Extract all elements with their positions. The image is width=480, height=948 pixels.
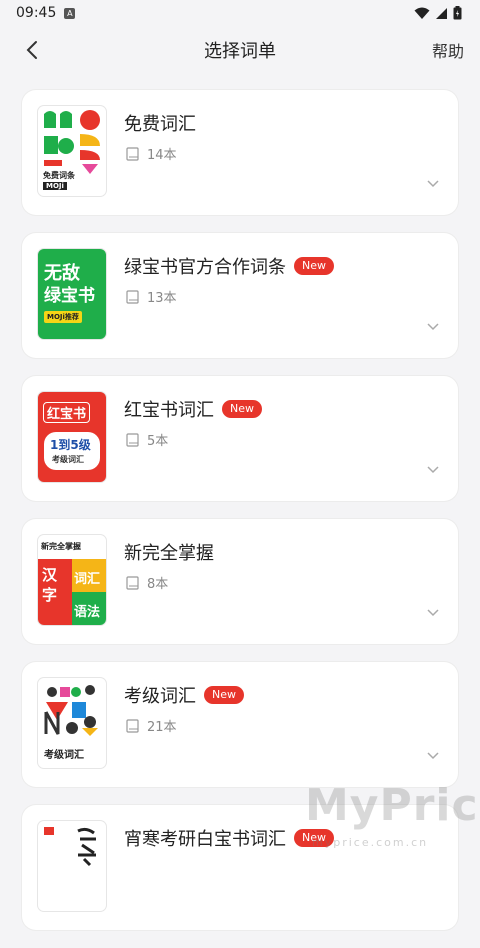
wordlist-card-green-book[interactable]: 无敌 绿宝书 MOJi推荐 绿宝书官方合作词条 New 13本	[22, 233, 458, 358]
book-cover: 红宝书 1到5级 考级词汇	[38, 392, 106, 482]
card-title: 红宝书词汇	[124, 400, 214, 421]
book-cover: 免费词条 MOJi	[38, 106, 106, 196]
chevron-down-icon[interactable]	[426, 465, 440, 475]
book-count: 21本	[147, 720, 177, 735]
wordlist-card-red-book[interactable]: 红宝书 1到5级 考级词汇 红宝书词汇 New 5本	[22, 376, 458, 501]
cover-tag: MOJi推荐	[44, 311, 82, 323]
wordlist-card-new-complete[interactable]: 新完全掌握 汉字 词汇 语法 新完全掌握 8本	[22, 519, 458, 644]
cover-label: 免费词条	[43, 171, 75, 180]
card-title: 宵寒考研白宝书词汇	[124, 829, 286, 850]
status-bar: 09:45 A	[0, 0, 480, 26]
watermark: MyPrice	[305, 780, 480, 831]
cover-label: 考级词汇	[44, 750, 84, 761]
cover-label-2: 绿宝书	[44, 286, 95, 306]
watermark-url: myprice.com.cn	[312, 836, 429, 849]
card-title: 免费词汇	[124, 114, 196, 135]
book-cover	[38, 821, 106, 911]
book-cover: 新完全掌握 汉字 词汇 语法	[38, 535, 106, 625]
wordlist-card-exam[interactable]: 考级词汇 考级词汇 New 21本	[22, 662, 458, 787]
wifi-icon	[414, 7, 430, 19]
signal-icon	[436, 7, 447, 19]
kaoyan-cover-art	[44, 827, 96, 867]
chevron-down-icon[interactable]	[426, 608, 440, 618]
book-icon	[126, 718, 139, 733]
page-title: 选择词单	[204, 41, 276, 62]
book-icon	[126, 575, 139, 590]
book-cover: 考级词汇	[38, 678, 106, 768]
book-cover: 无敌 绿宝书 MOJi推荐	[38, 249, 106, 339]
cover-sub: 考级词汇	[52, 455, 84, 464]
book-count: 8本	[147, 577, 169, 592]
book-icon	[126, 289, 139, 304]
notification-icon: A	[64, 7, 76, 19]
status-time: 09:45	[16, 5, 57, 21]
chevron-down-icon[interactable]	[426, 179, 440, 189]
card-title: 考级词汇	[124, 686, 196, 707]
cover-left: 汉字	[42, 566, 58, 604]
chevron-left-icon	[26, 41, 37, 59]
new-badge: New	[294, 257, 334, 275]
book-count: 13本	[147, 291, 177, 306]
battery-icon	[453, 6, 462, 20]
cover-level: 1到5级	[50, 438, 91, 452]
card-title: 新完全掌握	[124, 543, 214, 564]
card-title: 绿宝书官方合作词条	[124, 257, 286, 278]
new-badge: New	[222, 400, 262, 418]
chevron-down-icon[interactable]	[426, 751, 440, 761]
book-icon	[126, 146, 139, 161]
cover-label: 新完全掌握	[41, 542, 81, 551]
nav-bar: 选择词单 帮助	[0, 26, 480, 74]
cover-brand: MOJi	[43, 182, 67, 190]
back-button[interactable]	[18, 36, 46, 64]
cover-right-2: 语法	[74, 605, 101, 620]
book-count: 14本	[147, 148, 177, 163]
help-button[interactable]: 帮助	[432, 38, 464, 62]
cover-right-1: 词汇	[74, 572, 101, 587]
book-icon	[126, 432, 139, 447]
wordlist-card-free[interactable]: 免费词条 MOJi 免费词汇 14本	[22, 90, 458, 215]
book-count: 5本	[147, 434, 169, 449]
chevron-down-icon[interactable]	[426, 322, 440, 332]
cover-label: 红宝书	[43, 402, 91, 423]
new-badge: New	[204, 686, 244, 704]
